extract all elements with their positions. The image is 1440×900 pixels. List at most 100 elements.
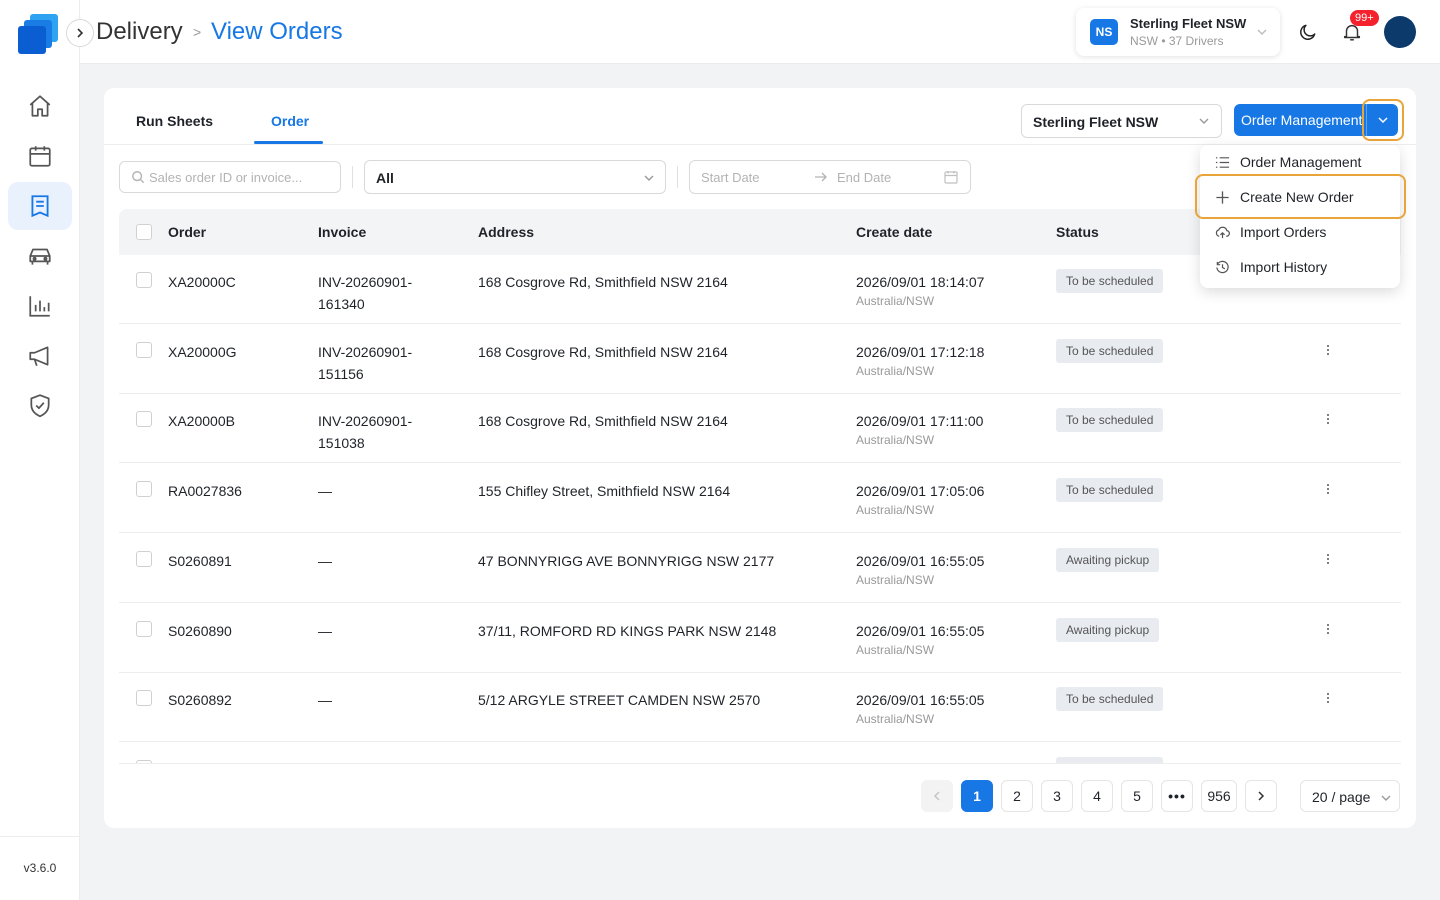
order-id[interactable]: S0260890	[168, 620, 232, 642]
sidebar-item-reports[interactable]	[8, 282, 72, 330]
chevron-left-icon	[933, 791, 940, 801]
arrow-right-icon	[815, 172, 827, 182]
menu-item-label: Order Management	[1240, 154, 1362, 170]
chevron-down-icon	[1381, 795, 1391, 801]
page-button-5[interactable]: 5	[1121, 780, 1153, 812]
row-checkbox[interactable]	[136, 620, 152, 637]
row-actions-button[interactable]	[1319, 548, 1337, 570]
start-date-field[interactable]: Start Date	[701, 170, 760, 185]
address: 8, PRODUCTION PL PENRITH NSW 2750	[478, 759, 745, 763]
date-range-picker[interactable]: Start Date End Date	[689, 160, 971, 194]
create-date: 2026/09/01 16:55:05	[856, 692, 985, 709]
next-page-button[interactable]	[1245, 780, 1277, 812]
row-checkbox[interactable]	[136, 341, 152, 358]
address: 168 Cosgrove Rd, Smithfield NSW 2164	[478, 343, 728, 360]
address: 37/11, ROMFORD RD KINGS PARK NSW 2148	[478, 622, 777, 639]
end-date-field[interactable]: End Date	[837, 170, 891, 185]
create-date: 2026/09/01 17:05:06	[856, 483, 985, 500]
avatar[interactable]	[1384, 16, 1416, 48]
app-logo-icon[interactable]	[18, 14, 62, 54]
table-row[interactable]: XA20000G INV-20260901-151156 168 Cosgrove …	[119, 325, 1401, 394]
invoice-number: —	[318, 759, 438, 763]
menu-item-create-new-order[interactable]: Create New Order	[1200, 181, 1400, 213]
sidebar-collapse-button[interactable]	[66, 19, 94, 47]
status-filter-select[interactable]: All	[364, 160, 666, 194]
row-checkbox[interactable]	[136, 481, 152, 498]
sidebar-nav	[8, 82, 72, 432]
page-button-4[interactable]: 4	[1081, 780, 1113, 812]
row-checkbox[interactable]	[136, 690, 152, 707]
select-all-checkbox[interactable]	[136, 224, 152, 240]
invoice-number: —	[318, 483, 332, 500]
column-header-address[interactable]: Address	[478, 224, 534, 240]
order-id[interactable]: S0260891	[168, 550, 232, 572]
fleet-name: Sterling Fleet NSW	[1130, 16, 1247, 31]
sidebar-item-calendar[interactable]	[8, 132, 72, 180]
more-vertical-icon	[1327, 623, 1329, 634]
order-id[interactable]: XA20000G	[168, 341, 237, 363]
sidebar-item-orders[interactable]	[8, 182, 72, 230]
page-size-select[interactable]: 20 / page	[1300, 780, 1400, 812]
sidebar-item-vehicles[interactable]	[8, 232, 72, 280]
table-row[interactable]: RA0027836 — 155 Chifley Street, Smithfield…	[119, 464, 1401, 534]
row-actions-button[interactable]	[1319, 408, 1337, 430]
order-id[interactable]: S0260892	[168, 689, 232, 711]
table-row[interactable]: S0260892 — 5/12 ARGYLE STREET CAMDEN NSW 2…	[119, 673, 1401, 743]
table-row[interactable]: XA20000B INV-20260901-151038 168 Cosgrove …	[119, 394, 1401, 464]
page-ellipsis-button[interactable]: •••	[1161, 780, 1193, 812]
menu-item-import-history[interactable]: Import History	[1200, 251, 1400, 283]
plus-icon	[1216, 191, 1229, 204]
row-checkbox[interactable]	[136, 411, 152, 428]
row-actions-button[interactable]	[1319, 757, 1337, 763]
row-actions-button[interactable]	[1319, 478, 1337, 500]
sidebar-item-marketing[interactable]	[8, 332, 72, 380]
column-header-order[interactable]: Order	[168, 224, 206, 240]
tab-run-sheets[interactable]: Run Sheets	[136, 113, 213, 129]
car-icon	[29, 248, 51, 265]
table-row[interactable]: S0260891 — 47 BONNYRIGG AVE BONNYRIGG NSW …	[119, 534, 1401, 603]
notification-badge: 99+	[1350, 10, 1379, 26]
page-button-3[interactable]: 3	[1041, 780, 1073, 812]
create-date: 2026/09/01 18:14:07	[856, 274, 985, 290]
column-header-status[interactable]: Status	[1056, 224, 1099, 240]
row-checkbox[interactable]	[136, 550, 152, 567]
timezone: Australia/NSW	[856, 503, 935, 518]
fleet-switcher[interactable]: NS Sterling Fleet NSW NSW • 37 Drivers	[1076, 8, 1280, 56]
column-header-create-date[interactable]: Create date	[856, 224, 932, 240]
sidebar-item-security[interactable]	[8, 382, 72, 430]
page-button-1[interactable]: 1	[961, 780, 993, 812]
page-button-2[interactable]: 2	[1001, 780, 1033, 812]
table-row[interactable]: S0260890 — 37/11, ROMFORD RD KINGS PARK NS…	[119, 604, 1401, 673]
column-header-invoice[interactable]: Invoice	[318, 224, 366, 240]
timezone: Australia/NSW	[856, 642, 935, 657]
menu-item-import-orders[interactable]: Import Orders	[1200, 216, 1400, 248]
order-id[interactable]: RA0027836	[168, 480, 242, 502]
breadcrumb-root[interactable]: Delivery	[96, 18, 183, 46]
more-vertical-icon	[1327, 553, 1329, 564]
row-checkbox[interactable]	[136, 759, 152, 763]
order-id[interactable]: XA20000C	[168, 271, 236, 293]
row-actions-button[interactable]	[1319, 339, 1337, 361]
fleet-select-value: Sterling Fleet NSW	[1033, 114, 1159, 130]
chevron-down-icon	[644, 175, 654, 181]
order-id[interactable]: XA20000B	[168, 410, 235, 432]
search-input[interactable]	[119, 161, 341, 193]
menu-item-order-management[interactable]: Order Management	[1200, 146, 1400, 178]
prev-page-button[interactable]	[921, 780, 953, 812]
sidebar-item-home[interactable]	[8, 82, 72, 130]
row-checkbox[interactable]	[136, 272, 152, 288]
order-id[interactable]: S0260893	[168, 759, 232, 763]
fleet-select[interactable]: Sterling Fleet NSW	[1021, 104, 1222, 138]
row-actions-button[interactable]	[1319, 687, 1337, 709]
table-row[interactable]: S0260893 — 8, PRODUCTION PL PENRITH NSW 27…	[119, 743, 1401, 763]
tab-order[interactable]: Order	[271, 113, 309, 129]
dark-mode-toggle-icon[interactable]	[1298, 22, 1318, 42]
invoice-number: —	[318, 692, 332, 709]
timezone: Australia/NSW	[856, 712, 935, 727]
address: 5/12 ARGYLE STREET CAMDEN NSW 2570	[478, 692, 761, 709]
top-header: Delivery > View Orders NS Sterling Fleet…	[80, 0, 1440, 64]
create-date: 2026/09/01 17:12:18	[856, 343, 985, 360]
row-actions-button[interactable]	[1319, 618, 1337, 640]
order-management-button[interactable]: Order Management	[1234, 104, 1366, 136]
page-button-last[interactable]: 956	[1201, 780, 1237, 812]
